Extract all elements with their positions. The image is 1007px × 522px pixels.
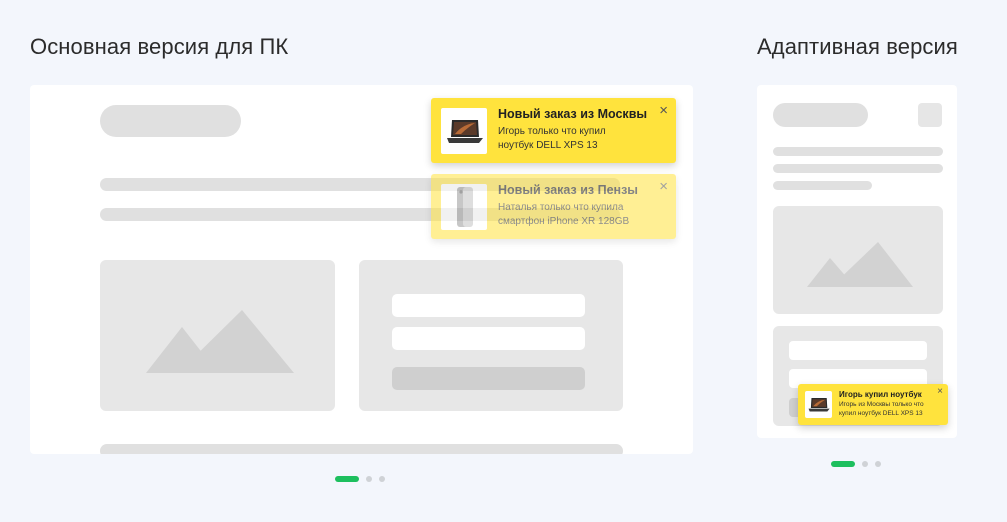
carousel-dot-active[interactable] — [831, 461, 855, 467]
image-placeholder — [100, 260, 335, 411]
button-placeholder — [392, 367, 585, 390]
text-line-placeholder — [773, 164, 943, 173]
close-icon[interactable]: × — [659, 102, 668, 119]
footer-line-placeholder — [100, 444, 623, 454]
notification-title: Игорь купил ноутбук — [839, 390, 922, 399]
image-placeholder — [773, 206, 943, 314]
notification-text-line: смартфон iPhone XR 128GB — [498, 216, 630, 227]
notification-text-line: Игорь только что купил — [498, 126, 606, 137]
input-placeholder — [392, 294, 585, 317]
carousel-dot[interactable] — [862, 461, 868, 467]
close-icon[interactable]: × — [937, 386, 943, 397]
desktop-carousel-dots — [335, 476, 385, 482]
menu-button-placeholder — [918, 103, 942, 127]
carousel-dot-active[interactable] — [335, 476, 359, 482]
text-line-placeholder — [773, 147, 943, 156]
close-icon[interactable]: × — [659, 178, 668, 195]
mobile-version-heading: Адаптивная версия — [757, 34, 958, 59]
notification-title: Новый заказ из Пензы — [498, 183, 638, 197]
carousel-dot[interactable] — [366, 476, 372, 482]
order-notification[interactable]: Игорь купил ноутбук Игорь из Москвы толь… — [798, 384, 948, 425]
laptop-icon — [808, 398, 830, 412]
notification-text-line: Игорь из Москвы только что — [839, 401, 924, 408]
notification-text-line: купил ноутбук DELL XPS 13 — [839, 410, 923, 417]
logo-placeholder — [773, 103, 868, 127]
order-notification[interactable]: Новый заказ из Пензы Наталья только что … — [431, 174, 676, 239]
logo-placeholder — [100, 105, 241, 137]
desktop-version-heading: Основная версия для ПК — [30, 34, 289, 59]
mountains-icon — [807, 242, 913, 287]
product-thumbnail — [441, 108, 487, 154]
carousel-dot[interactable] — [379, 476, 385, 482]
carousel-dot[interactable] — [875, 461, 881, 467]
input-placeholder — [789, 341, 927, 360]
mobile-carousel-dots — [831, 461, 881, 467]
product-thumbnail — [805, 391, 832, 418]
notification-title: Новый заказ из Москвы — [498, 107, 648, 121]
form-card-placeholder — [359, 260, 623, 411]
mountains-icon — [146, 310, 294, 373]
notification-text-line: Наталья только что купила — [498, 202, 624, 213]
product-thumbnail — [441, 184, 487, 230]
phone-icon — [457, 187, 473, 227]
laptop-icon — [447, 120, 483, 143]
input-placeholder — [392, 327, 585, 350]
order-notification[interactable]: Новый заказ из Москвы Игорь только что к… — [431, 98, 676, 163]
text-line-placeholder — [773, 181, 872, 190]
notification-text-line: ноутбук DELL XPS 13 — [498, 140, 598, 151]
